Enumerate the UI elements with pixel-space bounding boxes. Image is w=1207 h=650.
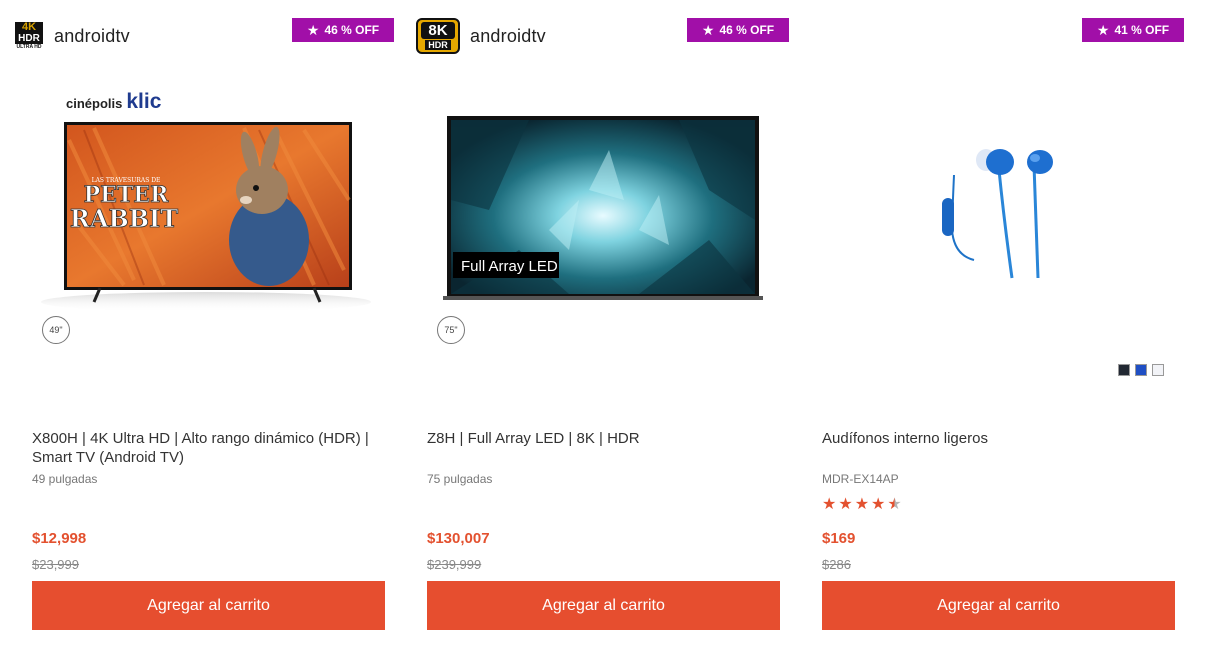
discount-label: 41 % OFF <box>1114 23 1170 37</box>
star-icon: ★ <box>701 22 715 38</box>
product-card[interactable]: 8K HDR androidtv ★ 46 % OFF Full Array L… <box>409 0 789 650</box>
product-subtitle: 75 pulgadas <box>427 472 493 486</box>
product-price: $169 <box>822 530 856 547</box>
star-icon: ★ <box>854 496 870 513</box>
discount-badge: ★ 41 % OFF <box>1082 18 1184 42</box>
product-subtitle: 49 pulgadas <box>32 472 98 486</box>
androidtv-logo: androidtv <box>54 25 130 46</box>
androidtv-logo: androidtv <box>470 25 546 46</box>
product-image[interactable] <box>804 80 1184 320</box>
product-image[interactable]: Full Array LED <box>409 80 789 320</box>
add-to-cart-button[interactable]: Agregar al carrito <box>32 581 385 630</box>
screen-size-badge: 75" <box>437 316 465 344</box>
product-price: $130,007 <box>427 530 490 547</box>
badge-line: HDR <box>425 40 451 50</box>
color-swatch-blue[interactable] <box>1135 364 1147 376</box>
product-title[interactable]: X800H | 4K Ultra HD | Alto rango dinámic… <box>32 429 392 467</box>
product-old-price: $23,999 <box>32 557 79 572</box>
discount-badge: ★ 46 % OFF <box>687 18 789 42</box>
star-icon: ★ <box>306 22 320 38</box>
product-image[interactable]: LAS TRAVESURAS DE PETER RABBIT <box>14 80 394 320</box>
product-old-price: $286 <box>822 557 851 572</box>
earphones-image <box>942 149 1053 279</box>
rating-stars: ★ ★ ★ ★ ★ <box>822 494 902 514</box>
add-to-cart-button[interactable]: Agregar al carrito <box>427 581 780 630</box>
product-card[interactable]: ★ 41 % OFF Audífonos interno ligeros MDR… <box>804 0 1184 650</box>
product-old-price: $239,999 <box>427 557 482 572</box>
badge-line: 8K <box>421 22 455 39</box>
color-swatches <box>1118 364 1164 376</box>
star-icon: ★ <box>1096 22 1110 38</box>
product-model: MDR-EX14AP <box>822 472 899 486</box>
color-swatch-white[interactable] <box>1152 364 1164 376</box>
tv-image: Full Array LED <box>443 116 763 300</box>
full-array-led-label: Full Array LED <box>461 258 558 275</box>
movie-title-line: RABBIT <box>70 204 178 233</box>
discount-label: 46 % OFF <box>324 23 380 37</box>
add-to-cart-button[interactable]: Agregar al carrito <box>822 581 1175 630</box>
star-icon: ★ <box>838 496 853 513</box>
product-title[interactable]: Audífonos interno ligeros <box>822 429 1182 448</box>
badge-line: HDR <box>15 32 43 44</box>
color-swatch-dark[interactable] <box>1118 364 1130 376</box>
product-title[interactable]: Z8H | Full Array LED | 8K | HDR <box>427 429 787 448</box>
star-icon: ★ <box>887 496 902 513</box>
star-icon: ★ <box>822 496 837 513</box>
product-price: $12,998 <box>32 530 87 547</box>
feature-logos: 8K HDR androidtv <box>416 16 546 56</box>
feature-logos: 4K HDR ULTRA HD androidtv <box>14 16 130 56</box>
4k-hdr-badge-icon: 4K HDR ULTRA HD <box>14 18 44 54</box>
screen-size-badge: 49" <box>42 316 70 344</box>
8k-hdr-badge-icon: 8K HDR <box>416 18 460 54</box>
star-icon: ★ <box>871 496 886 513</box>
badge-line: 4K <box>15 21 43 33</box>
tv-image: LAS TRAVESURAS DE PETER RABBIT <box>41 122 371 312</box>
discount-badge: ★ 46 % OFF <box>292 18 394 42</box>
badge-line: ULTRA HD <box>16 43 42 50</box>
discount-label: 46 % OFF <box>719 23 775 37</box>
product-card[interactable]: 4K HDR ULTRA HD androidtv ★ 46 % OFF cin… <box>14 0 394 650</box>
product-grid: 4K HDR ULTRA HD androidtv ★ 46 % OFF cin… <box>0 0 1207 650</box>
